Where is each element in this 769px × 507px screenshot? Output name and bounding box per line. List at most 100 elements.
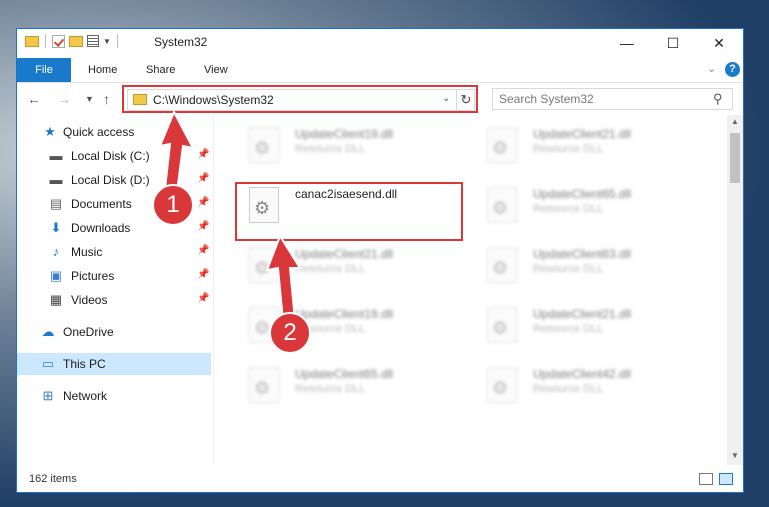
help-button[interactable]: ? <box>725 62 740 77</box>
list-item[interactable]: ⚙ UpdateClient21.dll Resource DLL <box>477 301 697 357</box>
file-name: UpdateClient19.dll <box>295 127 394 141</box>
music-icon: ♪ <box>52 244 60 259</box>
recent-locations-chevron-icon[interactable]: ▼ <box>85 94 94 104</box>
list-item[interactable]: ⚙ UpdateClient65.dll Resource DLL <box>477 181 697 237</box>
pin-icon[interactable]: 📌 <box>197 173 209 184</box>
sidebar-item-label: Videos <box>71 293 108 307</box>
gear-icon: ⚙ <box>492 198 509 218</box>
expand-ribbon-chevron-icon[interactable]: ⌄ <box>707 62 716 75</box>
list-item[interactable]: ⚙ UpdateClient19.dll Resource DLL <box>239 121 459 177</box>
sidebar-item-label: Music <box>71 245 103 259</box>
file-type: Resource DLL <box>533 323 604 335</box>
tab-file[interactable]: File <box>17 58 71 82</box>
folder-icon <box>25 35 39 47</box>
dll-file-icon: ⚙ <box>487 127 517 163</box>
search-box[interactable]: Search System32 ⚲ <box>492 88 733 110</box>
list-item[interactable]: ⚙ UpdateClient63.dll Resource DLL <box>477 241 697 297</box>
sidebar-item-videos[interactable]: ▦ Videos 📌 <box>17 289 211 311</box>
file-type: Resource DLL <box>295 263 366 275</box>
file-type: Resource DLL <box>533 203 604 215</box>
file-name: UpdateClient65.dll <box>295 367 394 381</box>
minimize-button[interactable]: — <box>604 29 650 57</box>
sidebar-item-local-disk-c[interactable]: ▬ Local Disk (C:) 📌 <box>17 145 211 167</box>
list-item[interactable]: ⚙ UpdateClient42.dll Resource DLL <box>477 361 697 417</box>
file-name: UpdateClient19.dll <box>295 307 394 321</box>
callout-one: 1 <box>152 184 194 226</box>
sidebar-item-pictures[interactable]: ▣ Pictures 📌 <box>17 265 211 287</box>
toolbar-divider <box>116 34 118 48</box>
file-list: ⚙ UpdateClient19.dll Resource DLL ⚙ cana… <box>229 115 727 465</box>
properties-icon[interactable] <box>87 35 99 47</box>
sidebar-item-network[interactable]: ⊞ Network <box>17 385 211 407</box>
back-arrow-icon[interactable]: ← <box>27 91 41 107</box>
file-name: UpdateClient21.dll <box>295 247 394 261</box>
close-button[interactable]: ✕ <box>696 29 742 57</box>
download-icon: ⬇ <box>50 220 62 235</box>
dll-file-icon: ⚙ <box>487 367 517 403</box>
scrollbar-thumb[interactable] <box>730 133 740 183</box>
navigation-pane: ★ Quick access ▬ Local Disk (C:) 📌 ▬ Loc… <box>17 115 214 465</box>
scroll-down-arrow-icon[interactable]: ▼ <box>727 451 743 460</box>
drive-icon: ▬ <box>49 172 63 187</box>
sidebar-item-label: This PC <box>63 357 106 371</box>
dll-file-icon: ⚙ <box>249 367 279 403</box>
sidebar-item-onedrive[interactable]: ☁ OneDrive <box>17 321 211 343</box>
computer-icon: ▭ <box>41 356 55 371</box>
pin-icon[interactable]: 📌 <box>197 245 209 256</box>
toolbar-divider <box>45 34 46 48</box>
gear-icon: ⚙ <box>492 318 509 338</box>
pin-icon[interactable]: 📌 <box>197 197 209 208</box>
file-name: UpdateClient65.dll <box>533 187 632 201</box>
sidebar-item-label: Local Disk (C:) <box>71 149 150 163</box>
customize-toolbar-chevron-icon[interactable]: ▼ <box>103 37 111 46</box>
sidebar-item-this-pc[interactable]: ▭ This PC <box>17 353 211 375</box>
quick-access-toolbar: ▼ <box>25 34 120 48</box>
new-folder-icon[interactable] <box>69 35 83 47</box>
up-arrow-icon[interactable]: ↑ <box>103 91 110 107</box>
scroll-up-arrow-icon[interactable]: ▲ <box>727 117 743 126</box>
status-bar: 162 items <box>17 469 743 491</box>
sidebar-item-music[interactable]: ♪ Music 📌 <box>17 241 211 263</box>
sidebar-item-label: Pictures <box>71 269 115 283</box>
details-view-icon[interactable] <box>699 473 713 485</box>
gear-icon: ⚙ <box>254 138 271 158</box>
dll-file-icon: ⚙ <box>487 187 517 223</box>
gear-icon: ⚙ <box>254 378 271 398</box>
large-icons-view-icon[interactable] <box>719 473 733 485</box>
star-icon: ★ <box>44 124 56 139</box>
gear-icon: ⚙ <box>254 258 271 278</box>
vertical-scrollbar[interactable]: ▲ ▼ <box>727 115 743 465</box>
forward-arrow-icon[interactable]: → <box>57 91 71 107</box>
sidebar-item-label: Quick access <box>63 125 135 139</box>
dll-file-icon: ⚙ <box>487 307 517 343</box>
window-title: System32 <box>154 35 208 49</box>
tab-share[interactable]: Share <box>146 58 175 82</box>
documents-icon: ▤ <box>49 196 63 211</box>
list-item[interactable]: ⚙ UpdateClient21.dll Resource DLL <box>239 241 459 297</box>
maximize-button[interactable]: ☐ <box>650 29 696 57</box>
pin-icon[interactable]: 📌 <box>197 269 209 280</box>
gear-icon: ⚙ <box>492 138 509 158</box>
file-name: UpdateClient42.dll <box>533 367 632 381</box>
tab-view[interactable]: View <box>204 58 228 82</box>
pin-icon[interactable]: 📌 <box>197 221 209 232</box>
file-highlight <box>235 182 463 241</box>
sidebar-item-label: OneDrive <box>63 325 114 339</box>
gear-icon: ⚙ <box>492 378 509 398</box>
sidebar-item-label: Local Disk (D:) <box>71 173 150 187</box>
pin-icon[interactable]: 📌 <box>197 293 209 304</box>
properties-check-icon[interactable] <box>52 34 65 48</box>
sidebar-item-label: Downloads <box>71 221 131 235</box>
title-bar: ▼ System32 — ☐ ✕ <box>17 29 743 57</box>
tab-home[interactable]: Home <box>88 58 117 82</box>
pin-icon[interactable]: 📌 <box>197 149 209 160</box>
callout-two: 2 <box>269 312 311 354</box>
dll-file-icon: ⚙ <box>249 127 279 163</box>
videos-icon: ▦ <box>49 292 63 307</box>
list-item[interactable]: ⚙ UpdateClient21.dll Resource DLL <box>477 121 697 177</box>
list-item[interactable]: ⚙ UpdateClient65.dll Resource DLL <box>239 361 459 417</box>
cloud-icon: ☁ <box>41 324 55 339</box>
search-icon[interactable]: ⚲ <box>713 91 723 107</box>
search-placeholder[interactable]: Search System32 <box>499 92 594 106</box>
sidebar-item-quick-access[interactable]: ★ Quick access <box>17 121 211 143</box>
